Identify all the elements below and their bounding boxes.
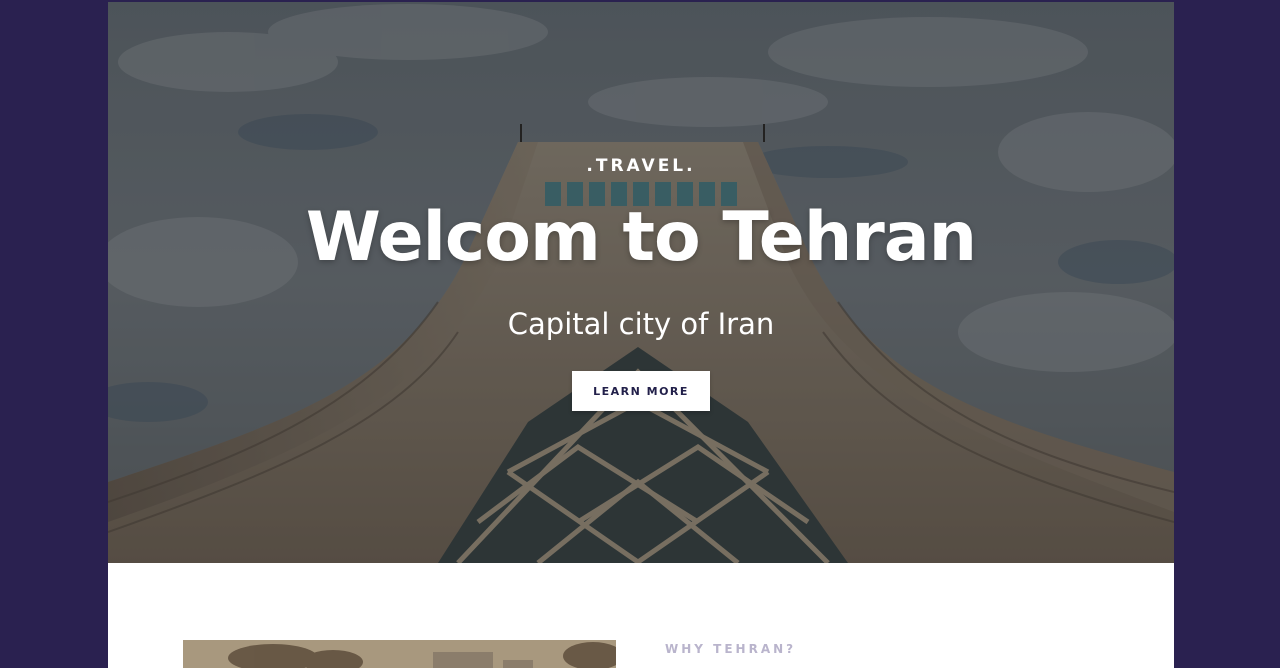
section-label: WHY TEHRAN? <box>665 642 797 656</box>
hero-eyebrow: .TRAVEL. <box>586 156 696 176</box>
tehran-street-photo <box>183 640 616 668</box>
photo-graphic <box>183 640 616 668</box>
page: .TRAVEL. Welcom to Tehran Capital city o… <box>108 2 1174 668</box>
hero-subtitle: Capital city of Iran <box>507 307 775 341</box>
learn-more-button[interactable]: LEARN MORE <box>572 371 710 411</box>
hero-content: .TRAVEL. Welcom to Tehran Capital city o… <box>108 2 1174 563</box>
hero-title: Welcom to Tehran <box>305 198 977 277</box>
hero-section: .TRAVEL. Welcom to Tehran Capital city o… <box>108 2 1174 563</box>
why-tehran-section: WHY TEHRAN? <box>108 563 1174 668</box>
